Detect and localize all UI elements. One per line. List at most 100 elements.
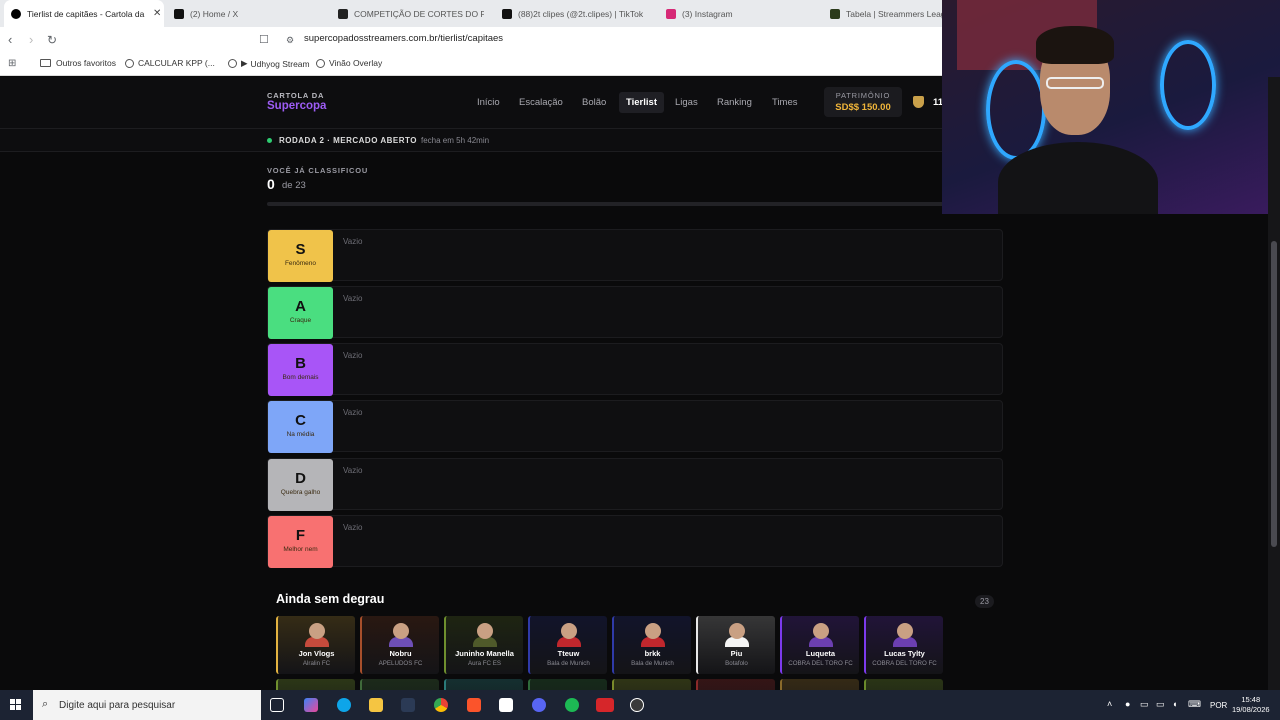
- neon-light: [986, 60, 1046, 160]
- bookmark-udhyog[interactable]: ▶ Udhyog Stream: [228, 58, 310, 69]
- player-team: Botafolo: [725, 660, 748, 667]
- bookmark-vinao[interactable]: Vinão Overlay: [316, 58, 382, 68]
- bookmark-outros[interactable]: Outros favoritos: [40, 58, 116, 68]
- url-field[interactable]: supercopadosstreamers.com.br/tierlist/ca…: [304, 33, 503, 44]
- edge-icon[interactable]: [337, 698, 351, 712]
- nav-inicio[interactable]: Início: [477, 97, 500, 108]
- player-name: Piu: [730, 649, 743, 658]
- forward-icon[interactable]: ›: [29, 33, 33, 47]
- player-card[interactable]: [864, 679, 943, 690]
- tab-title: Tabela | Streammers League: [846, 8, 942, 19]
- discord-icon[interactable]: [532, 698, 546, 712]
- nav-ligas[interactable]: Ligas: [675, 97, 698, 108]
- tier-name: Fenômeno: [284, 260, 317, 267]
- player-card[interactable]: [780, 679, 859, 690]
- file-explorer-icon[interactable]: [369, 698, 383, 712]
- language-indicator[interactable]: POR: [1210, 701, 1227, 710]
- battery-icon[interactable]: ▭: [1156, 699, 1165, 710]
- player-card[interactable]: [444, 679, 523, 690]
- brave-icon[interactable]: [467, 698, 481, 712]
- tray-chevron-icon[interactable]: ˄: [1107, 699, 1112, 709]
- tab-tierlist[interactable]: Tierlist de capitães - Cartola da S ✕: [4, 0, 164, 27]
- nav-tierlist[interactable]: Tierlist: [619, 92, 664, 113]
- player-photo: [813, 623, 829, 639]
- clock[interactable]: 15:48 19/08/2026: [1232, 695, 1270, 715]
- league-icon: [830, 8, 840, 19]
- shield-icon[interactable]: [913, 96, 924, 108]
- app-icon[interactable]: [596, 698, 614, 712]
- tier-row-b[interactable]: B Bom demais Vazio: [267, 343, 1003, 396]
- tier-empty-text: Vazio: [343, 523, 363, 532]
- volume-icon[interactable]: ◖: [1172, 699, 1177, 709]
- tab-title: Tierlist de capitães - Cartola da S: [27, 8, 147, 19]
- close-tab-icon[interactable]: ✕: [153, 8, 161, 19]
- tier-name: Na média: [286, 431, 315, 438]
- back-icon[interactable]: ‹: [8, 33, 12, 47]
- tier-row-f[interactable]: F Melhor nem Vazio: [267, 515, 1003, 568]
- player-card[interactable]: Tteuw Bala de Munich: [528, 616, 607, 674]
- store-icon[interactable]: [401, 698, 415, 712]
- player-card[interactable]: [612, 679, 691, 690]
- tier-row-d[interactable]: D Quebra galho Vazio: [267, 458, 1003, 511]
- obs-icon[interactable]: [630, 698, 644, 712]
- nav-escalacao[interactable]: Escalação: [519, 97, 563, 108]
- player-card[interactable]: Piu Botafolo: [696, 616, 775, 674]
- task-view-icon[interactable]: [270, 698, 284, 712]
- nav-bolao[interactable]: Bolão: [582, 97, 606, 108]
- brand-logo[interactable]: Supercopa: [267, 100, 326, 112]
- chrome-icon[interactable]: [434, 698, 448, 712]
- nav-times[interactable]: Times: [772, 97, 798, 108]
- copilot-icon[interactable]: [304, 698, 318, 712]
- site-info-icon[interactable]: ⚙: [286, 33, 294, 47]
- bookmark-calcular[interactable]: CALCULAR KPP (...: [125, 58, 215, 68]
- player-card[interactable]: Juninho Manella Aura FC ES: [444, 616, 523, 674]
- player-card[interactable]: [360, 679, 439, 690]
- microphone-icon[interactable]: ●: [1125, 699, 1130, 709]
- keyboard-icon[interactable]: ⌨: [1188, 699, 1201, 710]
- tab-instagram[interactable]: (3) Instagram: [666, 0, 816, 27]
- player-photo: [897, 623, 913, 639]
- tab-tiktok[interactable]: (88)2t clipes (@2t.clipes) | TikTok: [502, 0, 652, 27]
- spotify-icon[interactable]: [565, 698, 579, 712]
- player-card[interactable]: [696, 679, 775, 690]
- tier-empty-text: Vazio: [343, 294, 363, 303]
- search-icon: ⌕: [42, 698, 49, 710]
- brand-subtitle: CARTOLA DA: [267, 91, 325, 100]
- player-card[interactable]: Nobru APELUDOS FC: [360, 616, 439, 674]
- bookmark-icon[interactable]: ☐: [259, 33, 269, 47]
- neon-light: [1160, 40, 1216, 130]
- player-name: Lucas Tylty: [884, 649, 925, 658]
- reload-icon[interactable]: ↻: [47, 33, 57, 47]
- apps-grid-icon[interactable]: ⊞: [8, 57, 16, 71]
- nav-ranking[interactable]: Ranking: [717, 97, 752, 108]
- classification-progress: [267, 202, 1003, 206]
- vegas-icon[interactable]: [499, 698, 513, 712]
- tier-row-c[interactable]: C Na média Vazio: [267, 400, 1003, 453]
- round-label: RODADA 2 · MERCADO ABERTO: [279, 136, 417, 145]
- tier-row-a[interactable]: A Craque Vazio: [267, 286, 1003, 339]
- tab-competicao[interactable]: COMPETIÇÃO DE CORTES DO PATRÃ: [338, 0, 488, 27]
- tier-row-s[interactable]: S Fenômeno Vazio: [267, 229, 1003, 282]
- tier-letter: C: [295, 412, 306, 429]
- patrimonio-value: SD$$ 150.00: [835, 102, 891, 113]
- tab-x[interactable]: (2) Home / X: [174, 0, 324, 27]
- player-team: Bala de Munich: [631, 660, 674, 667]
- scrollbar-thumb[interactable]: [1271, 241, 1277, 547]
- player-card[interactable]: Jon Vlogs Alralin FC: [276, 616, 355, 674]
- player-name: Jon Vlogs: [298, 649, 335, 658]
- page-scrollbar[interactable]: [1268, 77, 1280, 690]
- tier-letter: B: [295, 355, 306, 372]
- tab-tabela[interactable]: Tabela | Streammers League: [830, 0, 942, 27]
- player-card[interactable]: Lucas Tylty COBRA DEL TORO FC: [864, 616, 943, 674]
- windows-start-icon[interactable]: [10, 699, 22, 711]
- player-card[interactable]: Luqueta COBRA DEL TORO FC: [780, 616, 859, 674]
- tier-badge: A Craque: [268, 287, 333, 339]
- player-card[interactable]: [276, 679, 355, 690]
- tab-title: (3) Instagram: [682, 8, 733, 19]
- player-card[interactable]: [528, 679, 607, 690]
- classified-count: 0: [267, 176, 275, 192]
- taskbar-search[interactable]: ⌕ Digite aqui para pesquisar: [33, 690, 261, 720]
- network-icon[interactable]: ▭: [1140, 699, 1149, 710]
- player-card[interactable]: brkk Bala de Munich: [612, 616, 691, 674]
- player-team: Aura FC ES: [467, 660, 501, 667]
